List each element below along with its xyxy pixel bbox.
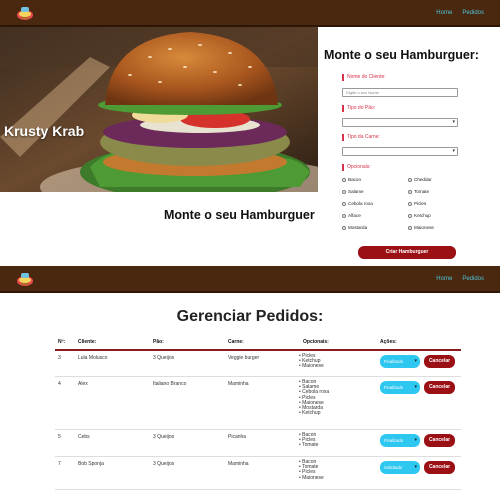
cancel-button[interactable]: Cancelar xyxy=(424,355,455,368)
order-bread: 3 Queijos xyxy=(153,461,175,467)
order-extras: Bacon Salame Cebola roxa Picles Maionese… xyxy=(299,379,329,416)
order-meat: Maminha xyxy=(228,461,249,467)
order-extras: Bacon Picles Tomate xyxy=(299,432,318,449)
table-row: 5 Cebs 3 Queijos Picanha Bacon Picles To… xyxy=(55,430,461,457)
nav-link-pedidos[interactable]: Pedidos xyxy=(462,276,484,282)
extra-option[interactable]: Ketchup xyxy=(408,213,431,218)
header-actions: Ações: xyxy=(380,339,397,345)
krusty-krab-logo-icon[interactable] xyxy=(16,271,34,287)
order-extras: Picles Ketchup Maionese xyxy=(299,353,324,370)
second-navbar: Home Pedidos xyxy=(0,266,500,293)
hero-title: Krusty Krab xyxy=(4,123,85,139)
order-number: 3 xyxy=(58,355,61,361)
table-row: 3 Lula Molusco 3 Queijos Veggie burger P… xyxy=(55,351,461,377)
nav-links: Home Pedidos xyxy=(436,10,484,16)
orders-table-header: Nº: Cliente: Pão: Carne: Opcionais: Açõe… xyxy=(55,337,461,351)
header-number: Nº: xyxy=(58,339,66,345)
status-select[interactable]: Finalizado xyxy=(380,434,420,447)
burger-form: Monte o seu Hamburguer: Nome do Cliente:… xyxy=(318,40,500,265)
bread-type-select[interactable] xyxy=(342,118,458,127)
orders-title: Gerenciar Pedidos: xyxy=(176,308,324,325)
header-client: Cliente: xyxy=(78,339,97,345)
extra-option[interactable]: Salame xyxy=(342,189,364,194)
nav-link-home[interactable]: Home xyxy=(436,276,452,282)
client-name-input[interactable]: Digite o seu Nome xyxy=(342,88,458,97)
create-burger-button[interactable]: Criar Hamburguer xyxy=(358,246,456,259)
extra-option[interactable]: Maionese xyxy=(408,225,434,230)
meat-type-select[interactable] xyxy=(342,147,458,156)
extra-option[interactable]: Bacon xyxy=(342,177,361,182)
extra-option[interactable]: Tomate xyxy=(408,189,429,194)
checkbox-icon[interactable] xyxy=(408,225,412,230)
checkbox-icon[interactable] xyxy=(342,201,346,206)
hero-banner: Krusty Krab xyxy=(0,27,318,192)
order-client: Alex xyxy=(78,381,88,387)
extra-option[interactable]: Alface xyxy=(342,213,361,218)
order-bread: 3 Queijos xyxy=(153,434,175,440)
checkbox-icon[interactable] xyxy=(342,189,346,194)
order-bread: 3 Queijos xyxy=(153,355,175,361)
extra-option[interactable]: Cebola roxa xyxy=(342,201,373,206)
checkbox-icon[interactable] xyxy=(342,213,346,218)
order-number: 5 xyxy=(58,434,61,440)
header-meat: Carne: xyxy=(228,339,244,345)
checkbox-icon[interactable] xyxy=(342,177,346,182)
nav-link-home[interactable]: Home xyxy=(436,10,452,16)
cancel-button[interactable]: Cancelar xyxy=(424,461,455,474)
order-client: Bob Sponja xyxy=(78,461,104,467)
section-heading: Monte o seu Hamburguer xyxy=(164,208,315,222)
nav-link-pedidos[interactable]: Pedidos xyxy=(462,10,484,16)
table-row: 4 Alex Italiano Branco Maminha Bacon Sal… xyxy=(55,377,461,430)
top-navbar: Home Pedidos xyxy=(0,0,500,27)
order-client: Cebs xyxy=(78,434,90,440)
bread-type-label: Tipo do Pão: xyxy=(342,105,375,112)
form-title: Monte o seu Hamburguer: xyxy=(324,48,479,62)
order-extras: Bacon Tomate Picles Maionese xyxy=(299,459,324,481)
cancel-button[interactable]: Cancelar xyxy=(424,381,455,394)
status-select[interactable]: Finalizado xyxy=(380,355,420,368)
cancel-button[interactable]: Cancelar xyxy=(424,434,455,447)
client-name-label: Nome do Cliente: xyxy=(342,74,386,81)
order-bread: Italiano Branco xyxy=(153,381,187,387)
extra-option[interactable]: Mostarda xyxy=(342,225,367,230)
burger-photo xyxy=(0,27,318,192)
checkbox-icon[interactable] xyxy=(342,225,346,230)
checkbox-icon[interactable] xyxy=(408,201,412,206)
status-select[interactable]: Finalizado xyxy=(380,381,420,394)
checkbox-icon[interactable] xyxy=(408,177,412,182)
order-client: Lula Molusco xyxy=(78,355,108,361)
order-number: 7 xyxy=(58,461,61,467)
order-meat: Maminha xyxy=(228,381,249,387)
checkbox-icon[interactable] xyxy=(408,213,412,218)
order-meat: Veggie burger xyxy=(228,355,260,361)
header-extras: Opcionais: xyxy=(303,339,329,345)
status-select[interactable]: Solicitado xyxy=(380,461,420,474)
extra-option[interactable]: Cheddar xyxy=(408,177,432,182)
order-number: 4 xyxy=(58,381,61,387)
extras-label: Opcionais: xyxy=(342,164,371,171)
nav-links: Home Pedidos xyxy=(436,276,484,282)
order-meat: Picanha xyxy=(228,434,247,440)
krusty-krab-logo-icon[interactable] xyxy=(16,5,34,21)
meat-type-label: Tipo da Carne: xyxy=(342,134,380,141)
extra-option[interactable]: Picles xyxy=(408,201,426,206)
table-row: 7 Bob Sponja 3 Queijos Maminha Bacon Tom… xyxy=(55,457,461,490)
checkbox-icon[interactable] xyxy=(408,189,412,194)
header-bread: Pão: xyxy=(153,339,164,345)
